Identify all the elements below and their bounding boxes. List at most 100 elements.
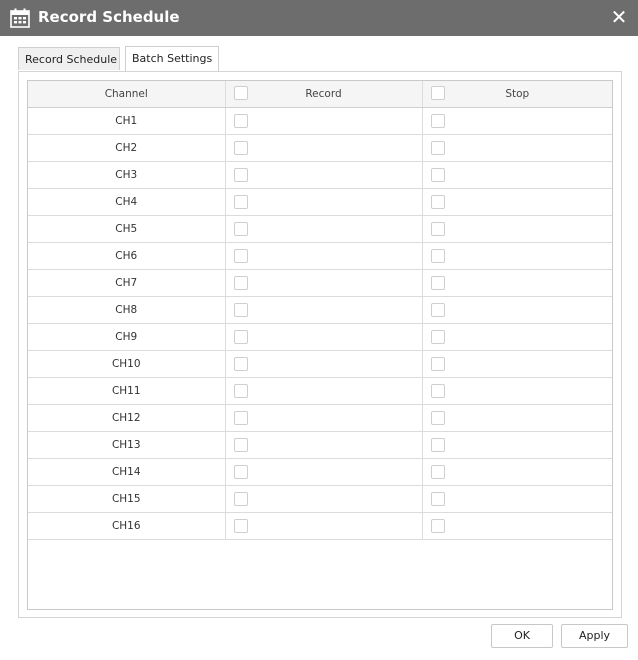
record-checkbox[interactable] [233, 357, 248, 371]
stop-checkbox[interactable] [430, 519, 445, 533]
table-row: CH8 [28, 296, 612, 324]
table-row: CH10 [28, 350, 612, 378]
channel-cell: CH13 [28, 431, 226, 459]
stop-cell [422, 323, 612, 351]
stop-cell [422, 269, 612, 297]
record-checkbox[interactable] [233, 330, 248, 344]
stop-checkbox[interactable] [430, 141, 445, 155]
table-row: CH5 [28, 215, 612, 243]
stop-cell [422, 404, 612, 432]
tab-batch-settings[interactable]: Batch Settings [125, 46, 219, 71]
title-bar: Record Schedule ✕ [0, 0, 638, 36]
record-schedule-dialog: Record Schedule ✕ Record Schedule Batch … [0, 0, 638, 660]
table-row: CH1 [28, 107, 612, 135]
stop-cell [422, 512, 612, 540]
stop-checkbox[interactable] [430, 465, 445, 479]
record-cell [225, 512, 423, 540]
record-cell [225, 188, 423, 216]
stop-cell [422, 377, 612, 405]
stop-cell [422, 215, 612, 243]
channel-cell: CH4 [28, 188, 226, 216]
record-checkbox[interactable] [233, 492, 248, 506]
channel-cell: CH16 [28, 512, 226, 540]
channel-table: Channel Record Stop CH1 CH2 CH3 CH4 CH5 CH6 CH… [27, 80, 613, 610]
record-checkbox[interactable] [233, 303, 248, 317]
record-checkbox[interactable] [233, 168, 248, 182]
record-all-checkbox[interactable] [233, 86, 248, 100]
ok-button[interactable]: OK [491, 624, 553, 648]
stop-cell [422, 161, 612, 189]
record-checkbox[interactable] [233, 222, 248, 236]
table-row: CH15 [28, 485, 612, 513]
table-row: CH4 [28, 188, 612, 216]
batch-settings-panel: Channel Record Stop CH1 CH2 CH3 CH4 CH5 CH6 CH… [18, 71, 622, 618]
record-checkbox[interactable] [233, 114, 248, 128]
record-checkbox[interactable] [233, 519, 248, 533]
stop-checkbox[interactable] [430, 357, 445, 371]
record-cell [225, 485, 423, 513]
table-row: CH12 [28, 404, 612, 432]
record-cell [225, 242, 423, 270]
channel-cell: CH2 [28, 134, 226, 162]
tab-record-schedule[interactable]: Record Schedule [18, 47, 120, 70]
table-row: CH2 [28, 134, 612, 162]
channel-cell: CH9 [28, 323, 226, 351]
stop-checkbox[interactable] [430, 438, 445, 452]
channel-cell: CH15 [28, 485, 226, 513]
stop-checkbox[interactable] [430, 303, 445, 317]
stop-cell [422, 350, 612, 378]
record-checkbox[interactable] [233, 384, 248, 398]
record-cell [225, 404, 423, 432]
channel-cell: CH14 [28, 458, 226, 486]
stop-cell [422, 188, 612, 216]
record-cell [225, 377, 423, 405]
stop-cell [422, 242, 612, 270]
dialog-title: Record Schedule [38, 8, 180, 26]
stop-header-label: Stop [505, 88, 530, 100]
record-checkbox[interactable] [233, 141, 248, 155]
record-cell [225, 107, 423, 135]
stop-checkbox[interactable] [430, 384, 445, 398]
stop-checkbox[interactable] [430, 249, 445, 263]
channel-cell: CH10 [28, 350, 226, 378]
stop-cell [422, 458, 612, 486]
record-cell [225, 458, 423, 486]
stop-all-checkbox[interactable] [430, 86, 445, 100]
table-row: CH14 [28, 458, 612, 486]
stop-cell [422, 107, 612, 135]
record-checkbox[interactable] [233, 276, 248, 290]
channel-cell: CH8 [28, 296, 226, 324]
calendar-icon [10, 8, 30, 28]
record-checkbox[interactable] [233, 249, 248, 263]
record-checkbox[interactable] [233, 465, 248, 479]
stop-checkbox[interactable] [430, 195, 445, 209]
record-checkbox[interactable] [233, 411, 248, 425]
stop-checkbox[interactable] [430, 411, 445, 425]
stop-checkbox[interactable] [430, 492, 445, 506]
stop-checkbox[interactable] [430, 330, 445, 344]
record-checkbox[interactable] [233, 195, 248, 209]
channel-header: Channel [28, 81, 226, 108]
stop-cell [422, 134, 612, 162]
table-row: CH16 [28, 512, 612, 540]
record-header: Record [225, 81, 423, 108]
table-row: CH13 [28, 431, 612, 459]
close-icon[interactable]: ✕ [608, 5, 630, 29]
record-checkbox[interactable] [233, 438, 248, 452]
stop-checkbox[interactable] [430, 276, 445, 290]
table-row: CH6 [28, 242, 612, 270]
stop-checkbox[interactable] [430, 114, 445, 128]
channel-cell: CH1 [28, 107, 226, 135]
table-header-row: Channel Record Stop [28, 81, 612, 108]
stop-checkbox[interactable] [430, 222, 445, 236]
table-row: CH7 [28, 269, 612, 297]
channel-cell: CH6 [28, 242, 226, 270]
stop-header: Stop [422, 81, 612, 108]
table-row: CH11 [28, 377, 612, 405]
record-cell [225, 296, 423, 324]
channel-cell: CH3 [28, 161, 226, 189]
apply-button[interactable]: Apply [561, 624, 628, 648]
stop-checkbox[interactable] [430, 168, 445, 182]
record-cell [225, 431, 423, 459]
channel-cell: CH11 [28, 377, 226, 405]
